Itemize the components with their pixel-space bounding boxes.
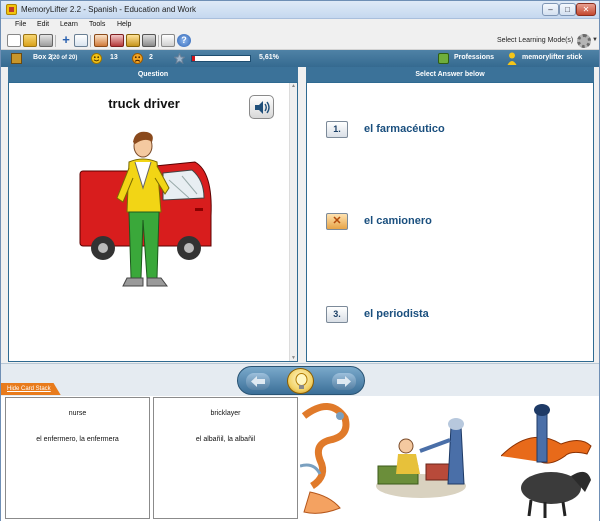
arrow-left-icon — [251, 376, 265, 387]
lightbulb-icon — [295, 373, 308, 389]
new-file-icon[interactable] — [7, 34, 21, 47]
maximize-button[interactable]: □ — [559, 3, 576, 16]
bull-rider-artwork — [501, 404, 592, 518]
box-count: (20 of 20) — [51, 55, 78, 61]
learn-mode-icon[interactable] — [94, 34, 108, 47]
progress-fill — [192, 56, 196, 61]
truck-driver-illustration — [79, 131, 212, 287]
card-stack: nurse el enfermero, la enfermera brickla… — [1, 396, 599, 521]
toolbar-separator — [158, 35, 159, 47]
minimize-button[interactable]: – — [542, 3, 559, 16]
menu-help[interactable]: Help — [117, 21, 131, 28]
sad-face-icon — [132, 53, 143, 64]
add-card-icon[interactable]: + — [59, 33, 73, 47]
help-icon[interactable]: ? — [177, 34, 191, 47]
question-header: Question — [8, 67, 298, 82]
menu-file[interactable]: File — [15, 21, 26, 28]
app-logo-icon — [6, 4, 17, 15]
arrow-right-icon — [337, 376, 351, 387]
print-icon[interactable] — [39, 34, 53, 47]
hint-button[interactable] — [287, 368, 314, 394]
stack-card-question: bricklayer — [210, 410, 241, 417]
statistics-icon[interactable] — [110, 34, 124, 47]
answer-1-text[interactable]: el farmacéutico — [364, 123, 445, 135]
select-learning-mode-label[interactable]: Select Learning Mode(s) — [497, 37, 573, 44]
progress-percent: 5,61% — [259, 54, 279, 61]
star-icon — [174, 53, 185, 64]
menu-bar: File Edit Learn Tools Help — [1, 19, 599, 32]
question-panel: truck driver — [8, 82, 298, 362]
correct-count: 13 — [110, 54, 118, 61]
play-audio-button[interactable] — [249, 95, 274, 119]
stack-card-answer: el enfermero, la enfermera — [36, 436, 119, 443]
next-button[interactable] — [332, 373, 356, 390]
menu-tools[interactable]: Tools — [89, 21, 105, 28]
question-scrollbar[interactable] — [289, 83, 297, 361]
edit-card-icon[interactable] — [74, 34, 88, 47]
stack-card[interactable]: nurse el enfermero, la enfermera — [5, 397, 150, 519]
menu-edit[interactable]: Edit — [37, 21, 49, 28]
app-window: MemoryLifter 2.2 - Spanish - Education a… — [0, 0, 600, 521]
answer-2-wrong-button[interactable]: ✕ — [326, 213, 348, 230]
fight-cartoon-artwork — [376, 418, 466, 498]
toolbar-separator — [90, 35, 91, 47]
user-icon — [507, 52, 517, 65]
previous-button[interactable] — [246, 373, 270, 390]
navigation-bar — [1, 363, 599, 396]
chevron-down-icon[interactable]: ▼ — [592, 37, 598, 43]
box-label: Box 2 — [33, 54, 53, 61]
learning-status-bar: Box 2 (20 of 20) 13 2 5,61% Professions … — [1, 50, 599, 67]
toolbar-separator — [55, 35, 56, 47]
title-bar: MemoryLifter 2.2 - Spanish - Education a… — [1, 1, 599, 19]
chapter-icon — [438, 53, 449, 64]
box-icon — [11, 53, 22, 64]
chapter-name[interactable]: Professions — [454, 54, 494, 61]
answer-header: Select Answer below — [306, 67, 594, 82]
navigation-pill — [237, 366, 365, 395]
open-folder-icon[interactable] — [23, 34, 37, 47]
answer-2-text[interactable]: el camionero — [364, 215, 432, 227]
upload-icon[interactable] — [161, 34, 175, 47]
menu-learn[interactable]: Learn — [60, 21, 78, 28]
hide-card-stack-link[interactable]: Hide Card Stack — [1, 383, 61, 395]
answer-1-button[interactable]: 1. — [326, 121, 348, 138]
smiley-icon — [91, 53, 102, 64]
stack-card[interactable]: bricklayer el albañil, la albañil — [153, 397, 298, 519]
user-name[interactable]: memorylifter stick — [522, 54, 582, 61]
progress-bar — [191, 55, 251, 62]
wrong-count: 2 — [149, 54, 153, 61]
stack-card-answer: el albañil, la albañil — [195, 436, 256, 443]
toolbar: + ? Select Learning Mode(s) ▼ — [1, 32, 599, 50]
card-stack-icon[interactable] — [126, 34, 140, 47]
speaker-icon — [255, 101, 270, 114]
answer-3-button[interactable]: 3. — [326, 306, 348, 323]
window-title: MemoryLifter 2.2 - Spanish - Education a… — [21, 5, 197, 14]
gear-icon[interactable] — [577, 34, 591, 48]
close-button[interactable]: ✕ — [576, 3, 596, 16]
answer-panel: 1. el farmacéutico ✕ el camionero 3. el … — [306, 82, 594, 362]
stack-card-question: nurse — [68, 410, 87, 417]
dragon-artwork — [300, 403, 350, 514]
question-word: truck driver — [108, 96, 180, 111]
tools-icon[interactable] — [142, 34, 156, 47]
answer-3-text[interactable]: el periodista — [364, 308, 429, 320]
